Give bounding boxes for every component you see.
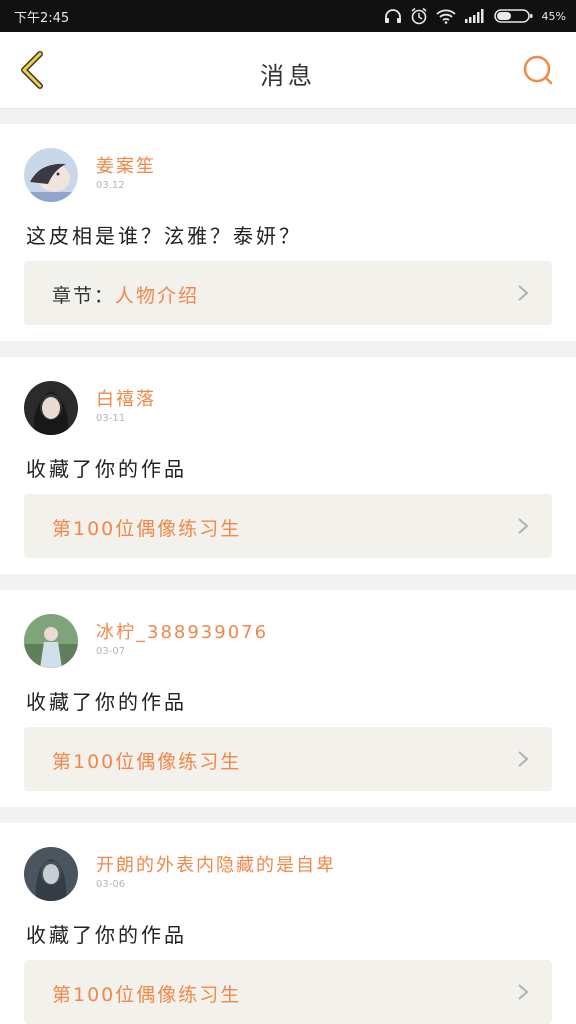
reference-link[interactable]: 第100位偶像练习生 [24, 727, 552, 791]
username[interactable]: 白禧落 [96, 385, 156, 411]
message-date: 03-07 [96, 646, 126, 657]
message-date: 03-11 [96, 413, 126, 424]
battery-percent: 45% [541, 9, 566, 23]
chevron-right-icon [518, 751, 529, 767]
avatar[interactable] [24, 148, 78, 202]
chevron-right-icon [518, 518, 529, 534]
message-list: 姜案笙 03.12 这皮相是谁？泫雅？泰妍？ 章节：人物介绍 白禧落 03-11… [0, 124, 576, 1024]
message-card: 冰柠_388939076 03-07 收藏了你的作品 第100位偶像练习生 [0, 590, 576, 807]
message-content: 收藏了你的作品 [26, 457, 187, 481]
username[interactable]: 姜案笙 [96, 152, 156, 178]
status-icons: 45% [384, 6, 566, 26]
chevron-right-icon [518, 285, 529, 301]
search-button[interactable] [520, 52, 556, 88]
message-card: 开朗的外表内隐藏的是自卑 03-06 收藏了你的作品 第100位偶像练习生 [0, 823, 576, 1024]
message-card: 白禧落 03-11 收藏了你的作品 第100位偶像练习生 [0, 357, 576, 574]
headphones-icon [384, 9, 401, 23]
reference-link[interactable]: 章节：人物介绍 [24, 261, 552, 325]
reference-value: 第100位偶像练习生 [52, 518, 242, 540]
alarm-icon [411, 7, 427, 25]
reference-text: 章节：人物介绍 [52, 281, 199, 308]
status-time: 下午2:45 [14, 11, 70, 26]
avatar[interactable] [24, 847, 78, 901]
reference-text: 第100位偶像练习生 [52, 514, 241, 541]
reference-value: 第100位偶像练习生 [52, 984, 242, 1006]
app-header: 消息 [0, 32, 576, 109]
reference-value: 人物介绍 [115, 285, 200, 307]
message-date: 03.12 [96, 180, 125, 191]
screen: 下午2:45 45% 消息 姜案笙 03.12 这皮相是谁？泫雅？泰妍？ 章节：… [0, 0, 576, 1024]
message-content: 这皮相是谁？泫雅？泰妍？ [26, 224, 302, 248]
wifi-icon [435, 9, 456, 24]
chevron-right-icon [518, 984, 529, 1000]
page-title: 消息 [260, 62, 316, 90]
message-date: 03-06 [96, 879, 126, 890]
username[interactable]: 开朗的外表内隐藏的是自卑 [96, 851, 336, 877]
reference-value: 第100位偶像练习生 [52, 751, 242, 773]
signal-icon [464, 9, 484, 23]
message-content: 收藏了你的作品 [26, 923, 187, 947]
message-content: 收藏了你的作品 [26, 690, 187, 714]
avatar[interactable] [24, 614, 78, 668]
battery-icon [493, 9, 533, 23]
username[interactable]: 冰柠_388939076 [96, 618, 268, 644]
reference-text: 第100位偶像练习生 [52, 980, 241, 1007]
reference-label: 章节： [52, 285, 116, 307]
message-card: 姜案笙 03.12 这皮相是谁？泫雅？泰妍？ 章节：人物介绍 [0, 124, 576, 341]
reference-text: 第100位偶像练习生 [52, 747, 241, 774]
status-bar: 下午2:45 45% [0, 0, 576, 32]
avatar[interactable] [24, 381, 78, 435]
reference-link[interactable]: 第100位偶像练习生 [24, 494, 552, 558]
reference-link[interactable]: 第100位偶像练习生 [24, 960, 552, 1024]
search-icon [523, 55, 553, 85]
